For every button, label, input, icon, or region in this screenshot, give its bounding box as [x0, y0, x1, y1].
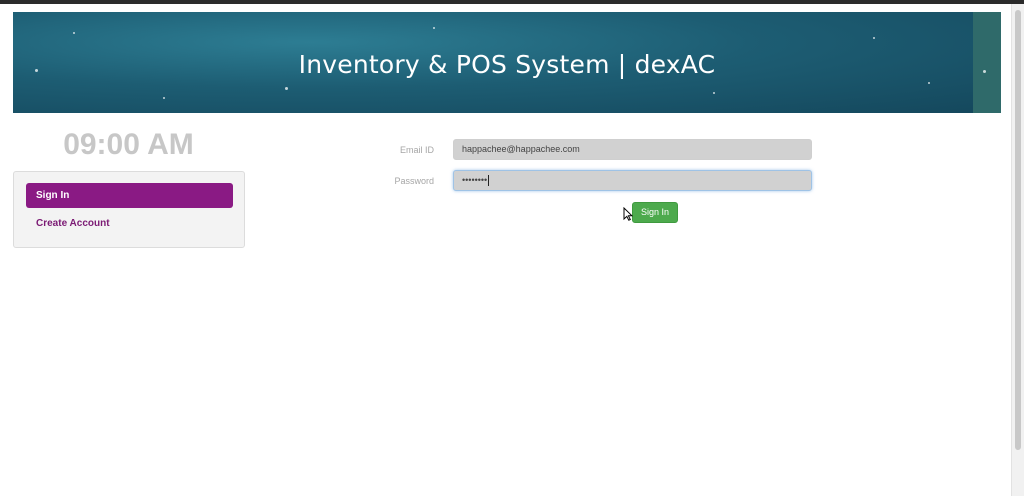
scrollbar-thumb[interactable] [1015, 10, 1021, 450]
email-label: Email ID [399, 145, 434, 155]
password-field[interactable]: •••••••• [453, 170, 812, 191]
banner-star [928, 82, 930, 84]
email-field[interactable]: happachee@happachee.com [453, 139, 812, 160]
mouse-pointer-icon [623, 207, 633, 221]
sidebar-item-create-account[interactable]: Create Account [36, 218, 110, 229]
banner-star [873, 37, 875, 39]
banner-star [713, 92, 715, 94]
banner-star [73, 32, 75, 34]
banner-star [285, 87, 288, 90]
text-caret [488, 175, 490, 187]
banner-star [433, 27, 435, 29]
sidebar-item-sign-in[interactable]: Sign In [26, 183, 233, 208]
sign-in-button[interactable]: Sign In [632, 202, 678, 223]
password-label: Password [394, 176, 434, 186]
header-banner: Inventory & POS System | dexAC [13, 12, 1001, 113]
sidebar-panel: Sign In Create Account [13, 171, 245, 248]
page-scrollbar[interactable] [1011, 4, 1024, 496]
clock-display: 09:00 AM [63, 128, 194, 161]
window-top-border [0, 0, 1024, 4]
banner-star [163, 97, 165, 99]
page-title: Inventory & POS System | dexAC [298, 50, 716, 79]
password-value: •••••••• [462, 175, 488, 185]
email-value: happachee@happachee.com [462, 144, 580, 154]
